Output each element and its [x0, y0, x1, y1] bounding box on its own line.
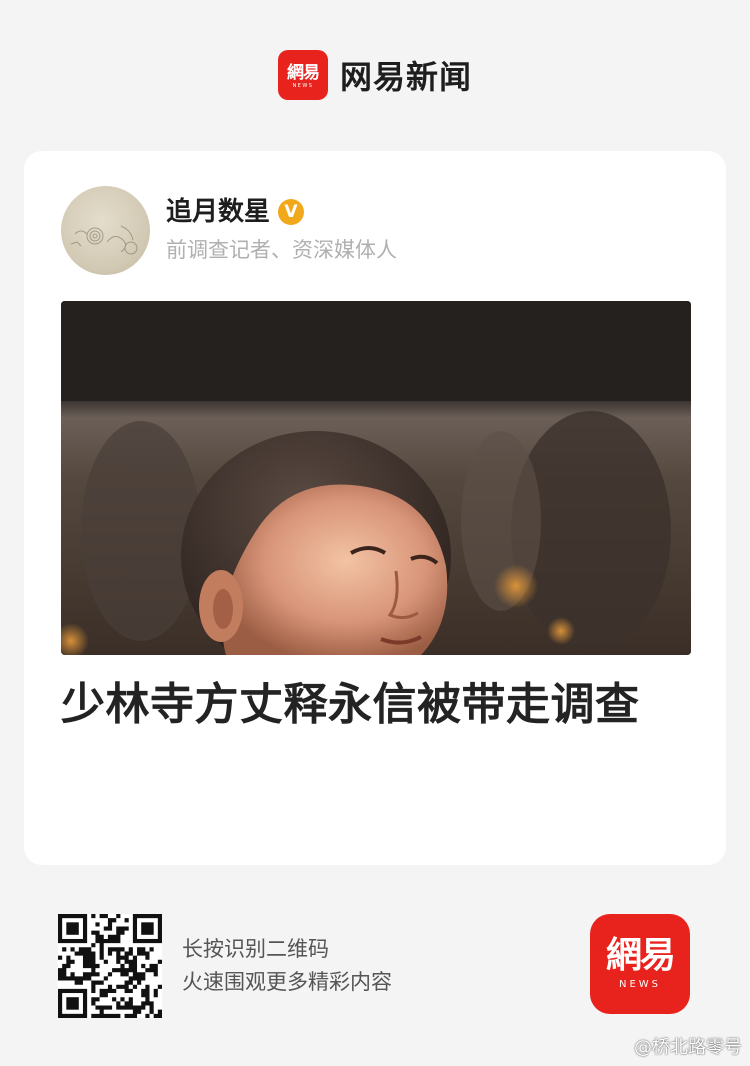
netease-logo-icon: 網易 NEWS — [277, 50, 328, 100]
author-name[interactable]: 追月数星 V — [166, 195, 305, 229]
brand-name: 网易新闻 — [339, 58, 472, 96]
qr-hint-line2: 火速围观更多精彩内容 — [182, 970, 392, 994]
brand-header: 網易 NEWS 网易新闻 — [0, 50, 750, 100]
author-name-text: 追月数星 — [166, 197, 271, 227]
netease-logo-large-icon: 網易 NEWS — [590, 914, 690, 1014]
logo-sub: NEWS — [292, 83, 314, 89]
author-description: 前调查记者、资深媒体人 — [166, 238, 397, 262]
logo-large-sub: NEWS — [618, 979, 662, 990]
article-card[interactable]: 追月数星 V 前调查记者、资深媒体人 少林寺方丈释永信被带走调查 — [24, 151, 726, 865]
logo-large-text: 網易 — [605, 934, 676, 976]
hero-image[interactable] — [61, 301, 691, 655]
watermark: @桥北路零号 — [634, 1037, 742, 1058]
avatar-sketch-icon — [70, 225, 138, 255]
qr-code-graphic — [57, 913, 162, 1018]
verified-badge-icon: V — [278, 199, 305, 225]
article-headline[interactable]: 少林寺方丈释永信被带走调查 — [61, 671, 671, 739]
hero-photo — [61, 301, 691, 655]
qr-hint-line1: 长按识别二维码 — [182, 937, 329, 961]
qr-code-icon[interactable] — [57, 913, 162, 1018]
logo-text: 網易 — [286, 63, 320, 83]
author-avatar[interactable] — [61, 186, 150, 275]
